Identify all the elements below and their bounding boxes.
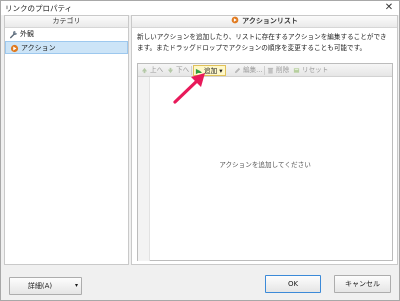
category-header: カテゴリ bbox=[5, 16, 128, 28]
properties-dialog: リンクのプロパティ ✕ カテゴリ 外観 アクション アクションリスト 新しいアク… bbox=[0, 0, 400, 301]
chevron-down-icon: ▾ bbox=[219, 67, 223, 75]
window-title: リンクのプロパティ bbox=[5, 4, 73, 13]
action-icon bbox=[10, 44, 19, 53]
category-panel: カテゴリ 外観 アクション bbox=[4, 15, 129, 265]
category-item-action[interactable]: アクション bbox=[5, 41, 128, 54]
action-description: 新しいアクションを追加したり、リストに存在するアクションを編集することができます… bbox=[137, 33, 387, 52]
ok-button[interactable]: OK bbox=[265, 275, 321, 293]
chevron-down-icon: ▾ bbox=[74, 282, 78, 289]
title-bar: リンクのプロパティ ✕ bbox=[1, 1, 399, 15]
wrench-icon bbox=[9, 30, 18, 39]
arrow-up-icon bbox=[141, 67, 148, 74]
close-button[interactable]: ✕ bbox=[383, 2, 395, 13]
action-list-title: アクションリスト bbox=[242, 17, 298, 25]
action-list-panel: アクションリスト 新しいアクションを追加したり、リストに存在するアクションを編集… bbox=[131, 15, 398, 265]
detail-button[interactable]: 詳細(A) ▾ bbox=[9, 277, 82, 295]
category-label: アクション bbox=[21, 44, 56, 52]
delete-action-button[interactable]: 削除 bbox=[266, 65, 289, 76]
edit-icon bbox=[234, 67, 241, 74]
toolbar-separator bbox=[264, 66, 265, 75]
reset-icon bbox=[293, 68, 300, 73]
action-list-header: アクションリスト bbox=[132, 16, 397, 28]
move-up-button[interactable]: 上へ bbox=[140, 65, 163, 76]
edit-action-button[interactable]: 編集... bbox=[233, 65, 262, 76]
empty-list-message: アクションを追加してください bbox=[219, 161, 311, 169]
delete-icon bbox=[267, 67, 274, 74]
category-item-appearance[interactable]: 外観 bbox=[5, 28, 128, 41]
category-label: 外観 bbox=[20, 30, 34, 38]
cancel-button[interactable]: キャンセル bbox=[334, 275, 391, 293]
action-icon bbox=[231, 16, 239, 24]
list-gutter bbox=[138, 77, 150, 261]
detail-label: 詳細(A) bbox=[27, 282, 53, 290]
reset-button[interactable]: リセット bbox=[292, 65, 328, 76]
annotation-arrow-icon bbox=[173, 73, 205, 104]
